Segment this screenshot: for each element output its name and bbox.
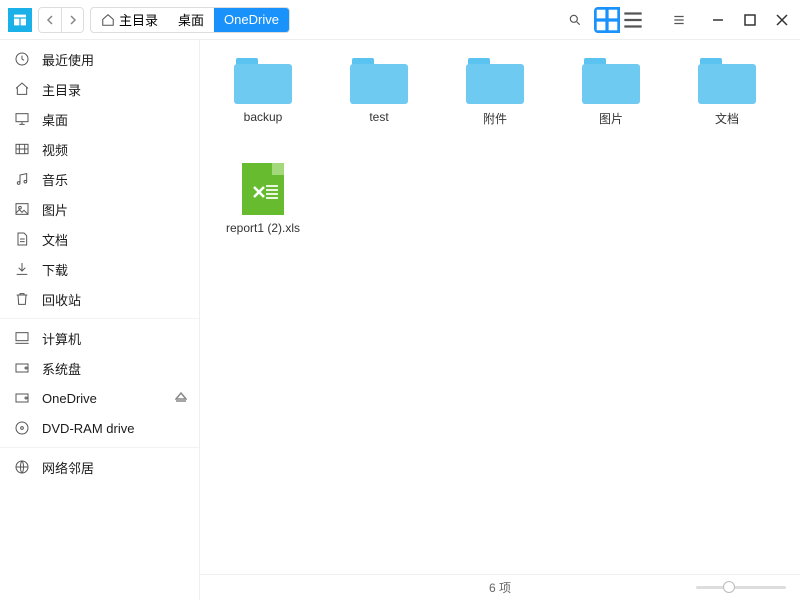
main: 最近使用主目录桌面视频音乐图片文档下载回收站 计算机系统盘OneDriveDVD… (0, 40, 800, 600)
list-icon (620, 7, 646, 33)
sidebar-item-label: 系统盘 (42, 359, 81, 378)
folder-item[interactable]: 文档 (684, 58, 770, 127)
view-list-button[interactable] (620, 7, 646, 33)
crumb-home[interactable]: 主目录 (91, 8, 168, 32)
item-label: test (369, 110, 388, 124)
home-icon (101, 13, 115, 27)
video-icon (14, 141, 30, 157)
sidebar-item-label: 最近使用 (42, 50, 94, 69)
sidebar-item[interactable]: 桌面 (0, 104, 199, 134)
menu-button[interactable] (666, 7, 692, 33)
xls-file-icon (242, 163, 284, 215)
sidebar-item-label: 图片 (42, 200, 68, 219)
crumb-desktop[interactable]: 桌面 (168, 8, 214, 32)
desktop-icon (14, 111, 30, 127)
item-label: 附件 (483, 110, 507, 127)
breadcrumb: 主目录 桌面 OneDrive (90, 7, 290, 33)
music-icon (14, 171, 30, 187)
crumb-label: 主目录 (119, 10, 158, 29)
home-icon (14, 81, 30, 97)
sidebar-item[interactable]: 回收站 (0, 284, 199, 314)
folder-item[interactable]: 附件 (452, 58, 538, 127)
hamburger-icon (672, 13, 686, 27)
nav-forward-button[interactable] (61, 8, 83, 32)
sidebar-item-label: DVD-RAM drive (42, 421, 134, 436)
sidebar-item-label: 主目录 (42, 80, 81, 99)
disc-icon (14, 420, 30, 436)
item-label: 图片 (599, 110, 623, 127)
picture-icon (14, 201, 30, 217)
maximize-icon (744, 14, 756, 26)
item-label: 文档 (715, 110, 739, 127)
sidebar-item-label: 视频 (42, 140, 68, 159)
file-grid[interactable]: backup test 附件 图片 文档 report1 (2).xls (200, 40, 800, 574)
trash-icon (14, 291, 30, 307)
nav-back-button[interactable] (39, 8, 61, 32)
sidebar-item-label: 桌面 (42, 110, 68, 129)
sidebar-item-label: 网络邻居 (42, 458, 94, 477)
search-button[interactable] (562, 7, 588, 33)
maximize-button[interactable] (740, 10, 760, 30)
document-icon (14, 231, 30, 247)
folder-icon (466, 58, 524, 104)
disk-icon (14, 360, 30, 376)
crumb-label: OneDrive (224, 12, 279, 27)
grid-icon (594, 7, 620, 33)
sidebar-item[interactable]: OneDrive (0, 383, 199, 413)
sidebar-item-label: 音乐 (42, 170, 68, 189)
crumb-current[interactable]: OneDrive (214, 8, 289, 32)
status-text: 6 项 (489, 579, 511, 596)
file-item[interactable]: report1 (2).xls (220, 163, 306, 235)
sidebar-item[interactable]: 音乐 (0, 164, 199, 194)
sidebar-item[interactable]: 图片 (0, 194, 199, 224)
close-icon (776, 14, 788, 26)
window-controls (708, 10, 792, 30)
folder-icon (582, 58, 640, 104)
folder-item[interactable]: 图片 (568, 58, 654, 127)
folder-icon (234, 58, 292, 104)
folder-icon (350, 58, 408, 104)
sidebar-item[interactable]: 计算机 (0, 323, 199, 353)
close-button[interactable] (772, 10, 792, 30)
disk-icon (14, 390, 30, 406)
sidebar-item[interactable]: 最近使用 (0, 44, 199, 74)
folder-item[interactable]: test (336, 58, 422, 127)
eject-button[interactable] (175, 391, 187, 406)
zoom-slider[interactable] (696, 586, 786, 589)
sidebar-item[interactable]: DVD-RAM drive (0, 413, 199, 443)
sidebar-item[interactable]: 下载 (0, 254, 199, 284)
minimize-icon (712, 14, 724, 26)
statusbar: 6 项 (200, 574, 800, 600)
sidebar-item-label: 文档 (42, 230, 68, 249)
sidebar-item-label: 回收站 (42, 290, 81, 309)
sidebar-item-label: 计算机 (42, 329, 81, 348)
search-icon (568, 13, 582, 27)
app-icon (8, 8, 32, 32)
sidebar-item[interactable]: 主目录 (0, 74, 199, 104)
minimize-button[interactable] (708, 10, 728, 30)
view-toggle (594, 7, 646, 33)
item-label: report1 (2).xls (226, 221, 300, 235)
clock-icon (14, 51, 30, 67)
sidebar-item[interactable]: 网络邻居 (0, 452, 199, 482)
folder-item[interactable]: backup (220, 58, 306, 127)
download-icon (14, 261, 30, 277)
sidebar-item[interactable]: 文档 (0, 224, 199, 254)
folder-icon (698, 58, 756, 104)
sidebar-item-label: 下载 (42, 260, 68, 279)
sidebar-item[interactable]: 视频 (0, 134, 199, 164)
computer-icon (14, 330, 30, 346)
item-label: backup (244, 110, 283, 124)
crumb-label: 桌面 (178, 10, 204, 29)
sidebar-item[interactable]: 系统盘 (0, 353, 199, 383)
network-icon (14, 459, 30, 475)
nav-buttons (38, 7, 84, 33)
sidebar-item-label: OneDrive (42, 391, 97, 406)
sidebar: 最近使用主目录桌面视频音乐图片文档下载回收站 计算机系统盘 OneDrive DVD… (0, 40, 200, 600)
titlebar: 主目录 桌面 OneDrive (0, 0, 800, 40)
content-area: backup test 附件 图片 文档 report1 (2).xls 6 项 (200, 40, 800, 600)
view-icons-button[interactable] (594, 7, 620, 33)
